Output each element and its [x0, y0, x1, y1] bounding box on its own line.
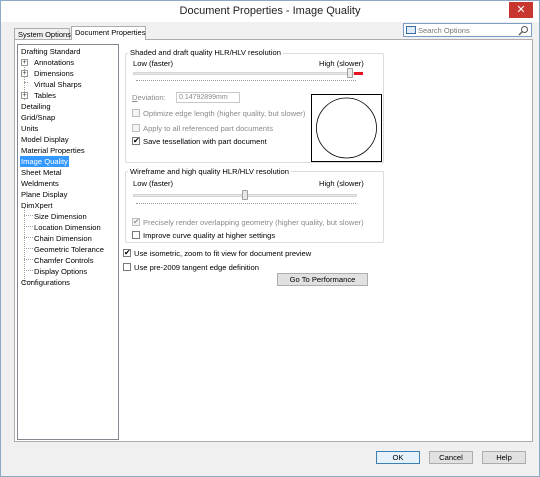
tree-item-plane-display[interactable]: Plane Display	[21, 189, 67, 200]
tree-item-units[interactable]: Units	[21, 123, 38, 134]
tree-item-sheet-metal[interactable]: Sheet Metal	[21, 167, 62, 178]
apply-referenced-checkbox[interactable]	[132, 124, 140, 132]
shaded-slider-ticks	[136, 80, 356, 82]
wireframe-slider-ticks	[136, 203, 356, 205]
tree-item-drafting-standard[interactable]: Drafting Standard	[21, 46, 81, 57]
tree-item-label: DimXpert	[21, 201, 53, 210]
ok-button[interactable]: OK	[376, 451, 420, 464]
tree-item-geometric-tolerance[interactable]: Geometric Tolerance	[21, 244, 104, 255]
tree-item-chain-dimension[interactable]: Chain Dimension	[21, 233, 92, 244]
tree-item-label: Location Dimension	[34, 223, 101, 232]
tree-item-label: Material Properties	[21, 146, 85, 155]
wireframe-slider-thumb[interactable]	[242, 190, 248, 200]
tree-item-label: Sheet Metal	[21, 168, 62, 177]
tree-item-label: Drafting Standard	[21, 47, 81, 56]
precise-render-label: Precisely render overlapping geometry (h…	[143, 218, 364, 227]
wireframe-low-label: Low (faster)	[133, 179, 174, 188]
search-box[interactable]: Search Options	[403, 23, 532, 37]
tree-item-label: Chamfer Controls	[34, 256, 94, 265]
dialog-window: Document Properties - Image Quality ✕ Sy…	[0, 0, 540, 477]
save-tessellation-label: Save tessellation with part document	[143, 137, 267, 146]
options-tree[interactable]: Drafting Standard + Annotations + Dimensio…	[17, 44, 119, 440]
cancel-button[interactable]: Cancel	[429, 451, 473, 464]
optimize-edge-label: Optimize edge length (higher quality, bu…	[143, 109, 306, 118]
tree-item-configurations[interactable]: Configurations	[21, 277, 70, 288]
shaded-slider-fill	[354, 72, 363, 75]
precise-render-checkbox[interactable]: ✔	[132, 218, 140, 226]
tree-item-size-dimension[interactable]: Size Dimension	[21, 211, 87, 222]
tree-item-weldments[interactable]: Weldments	[21, 178, 59, 189]
help-button[interactable]: Help	[482, 451, 526, 464]
tree-item-location-dimension[interactable]: Location Dimension	[21, 222, 101, 233]
shaded-group-title: Shaded and draft quality HLR/HLV resolut…	[128, 48, 283, 57]
tree-item-label: Detailing	[21, 102, 51, 111]
isometric-preview-label: Use isometric, zoom to fit view for docu…	[134, 249, 312, 258]
tree-item-label: Model Display	[21, 135, 69, 144]
tree-item-label: Image Quality	[21, 157, 68, 166]
tree-item-display-options[interactable]: Display Options	[21, 266, 87, 277]
expand-icon[interactable]: +	[21, 59, 28, 66]
title-bar: Document Properties - Image Quality ✕	[1, 1, 539, 22]
pre2009-tangent-label: Use pre-2009 tangent edge definition	[134, 263, 259, 272]
tree-item-annotations[interactable]: + Annotations	[21, 57, 74, 68]
tree-item-label: Configurations	[21, 278, 70, 287]
shaded-slider-thumb[interactable]	[347, 68, 354, 78]
optimize-edge-checkbox[interactable]	[132, 109, 140, 117]
pre2009-tangent-checkbox[interactable]	[123, 263, 131, 271]
tree-item-virtual-sharps[interactable]: Virtual Sharps	[21, 79, 82, 90]
wireframe-group-title: Wireframe and high quality HLR/HLV resol…	[128, 167, 291, 176]
tree-item-label: Units	[21, 124, 39, 133]
tree-item-label: Grid/Snap	[21, 113, 56, 122]
preview-circle-icon	[316, 97, 377, 159]
save-tessellation-checkbox[interactable]: ✔	[132, 137, 140, 145]
go-to-performance-button[interactable]: Go To Performance	[277, 273, 368, 286]
tab-document-properties[interactable]: Document Properties	[71, 26, 146, 40]
isometric-preview-checkbox[interactable]: ✔	[123, 249, 131, 257]
improve-curve-checkbox[interactable]	[132, 231, 140, 239]
tree-item-label: Size Dimension	[34, 212, 87, 221]
tree-item-label: Tables	[34, 91, 56, 100]
shaded-high-label: High (slower)	[319, 59, 364, 68]
tree-item-label: Dimensions	[34, 69, 74, 78]
tree-item-detailing[interactable]: Detailing	[21, 101, 51, 112]
tab-label: System Options	[18, 30, 71, 39]
search-icon[interactable]	[518, 25, 529, 36]
tree-item-tables[interactable]: + Tables	[21, 90, 56, 101]
expand-icon[interactable]: +	[21, 92, 28, 99]
tree-item-label: Weldments	[21, 179, 59, 188]
tree-item-label: Virtual Sharps	[34, 80, 82, 89]
close-button[interactable]: ✕	[509, 2, 533, 18]
tree-item-dimensions[interactable]: + Dimensions	[21, 68, 74, 79]
tree-item-grid-snap[interactable]: Grid/Snap	[21, 112, 55, 123]
tree-item-label: Geometric Tolerance	[34, 245, 104, 254]
deviation-field[interactable]: 0.14792899mm	[176, 92, 240, 103]
tree-item-label: Display Options	[34, 267, 88, 276]
window-title: Document Properties - Image Quality	[179, 5, 361, 17]
shaded-slider-track[interactable]	[133, 72, 357, 75]
tree-item-chamfer-controls[interactable]: Chamfer Controls	[21, 255, 94, 266]
wireframe-high-label: High (slower)	[319, 179, 364, 188]
expand-icon[interactable]: +	[21, 70, 28, 77]
tessellation-preview	[311, 94, 382, 162]
tree-item-material-properties[interactable]: Material Properties	[21, 145, 85, 156]
options-icon	[406, 26, 416, 34]
tree-item-dimxpert[interactable]: DimXpert	[21, 200, 53, 211]
content-panel: Drafting Standard + Annotations + Dimensio…	[14, 39, 533, 442]
tab-label: Document Properties	[75, 28, 146, 37]
tree-item-label: Plane Display	[21, 190, 68, 199]
improve-curve-label: Improve curve quality at higher settings	[143, 231, 276, 240]
deviation-label: Deviation:	[132, 93, 166, 102]
apply-referenced-label: Apply to all referenced part documents	[143, 124, 274, 133]
tree-item-label: Chain Dimension	[34, 234, 92, 243]
shaded-low-label: Low (faster)	[133, 59, 174, 68]
tree-item-image-quality[interactable]: Image Quality	[20, 156, 69, 167]
tree-item-model-display[interactable]: Model Display	[21, 134, 69, 145]
search-placeholder: Search Options	[418, 26, 470, 35]
tree-item-label: Annotations	[34, 58, 75, 67]
